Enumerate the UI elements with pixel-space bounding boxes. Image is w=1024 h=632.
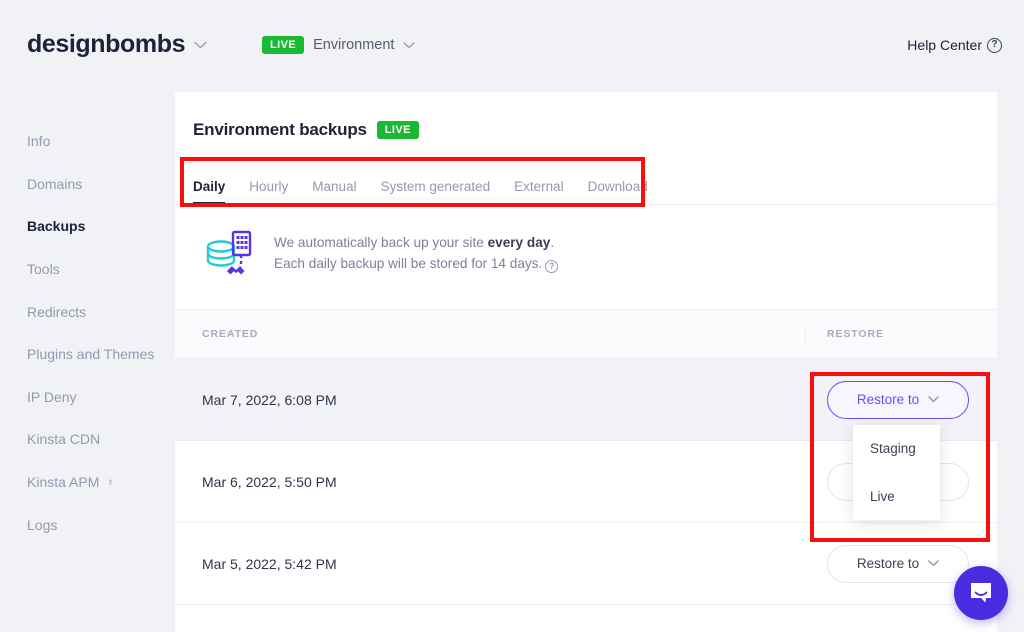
backup-info-banner: We automatically back up your site every…: [175, 205, 997, 301]
page-title: Environment backups: [193, 120, 367, 140]
banner-line-1: We automatically back up your site every…: [274, 232, 558, 254]
banner-line-2: Each daily backup will be stored for 14 …: [274, 253, 558, 275]
chevron-down-icon: [194, 41, 207, 49]
restore-cell: Restore to: [827, 545, 969, 583]
sidebar-nav: Info Domains Backups Tools Redirects Plu…: [0, 92, 175, 632]
sidebar-item-ip-deny[interactable]: IP Deny: [0, 376, 175, 419]
top-header: designbombs LIVE Environment Help Center…: [0, 0, 1024, 92]
panel-header: Environment backups LIVE: [175, 92, 997, 140]
sidebar-item-label: IP Deny: [27, 389, 77, 405]
sidebar-item-info[interactable]: Info: [0, 120, 175, 163]
backup-info-text: We automatically back up your site every…: [274, 232, 558, 275]
banner-line2-text: Each daily backup will be stored for 14 …: [274, 256, 542, 271]
sidebar-item-label: Redirects: [27, 304, 86, 320]
sidebar-item-label: Logs: [27, 517, 57, 533]
sidebar-item-kinsta-cdn[interactable]: Kinsta CDN: [0, 418, 175, 461]
sidebar-item-tools[interactable]: Tools: [0, 248, 175, 291]
brand-name: designbombs: [27, 30, 185, 59]
backup-created-date: Mar 6, 2022, 5:50 PM: [175, 474, 337, 490]
sidebar-item-label: Kinsta APM: [27, 474, 99, 490]
sidebar-item-domains[interactable]: Domains: [0, 163, 175, 206]
sidebar-item-plugins-and-themes[interactable]: Plugins and Themes: [0, 333, 175, 376]
sidebar-item-kinsta-apm[interactable]: Kinsta APM ♁: [0, 461, 175, 504]
brand-selector[interactable]: designbombs: [27, 30, 207, 59]
backup-created-date: Mar 7, 2022, 6:08 PM: [175, 392, 337, 408]
sidebar-item-label: Backups: [27, 218, 85, 234]
question-circle-icon[interactable]: ?: [545, 260, 558, 273]
help-center-label: Help Center: [907, 37, 982, 53]
sidebar-item-label: Info: [27, 133, 50, 149]
chevron-down-icon: [403, 42, 415, 49]
live-badge: LIVE: [262, 36, 304, 54]
sidebar-item-redirects[interactable]: Redirects: [0, 290, 175, 333]
intercom-chat-button[interactable]: [954, 566, 1008, 620]
sidebar-item-logs[interactable]: Logs: [0, 503, 175, 546]
column-divider: [805, 324, 806, 346]
live-badge: LIVE: [377, 121, 419, 139]
beta-marker-icon: ♁: [106, 476, 114, 488]
column-header-restore: RESTORE: [827, 328, 884, 340]
chevron-down-icon: [928, 560, 939, 567]
intercom-chat-icon: [968, 580, 994, 606]
app-root: designbombs LIVE Environment Help Center…: [0, 0, 1024, 632]
column-header-created: CREATED: [175, 328, 258, 340]
sidebar-item-backups[interactable]: Backups: [0, 205, 175, 248]
restore-to-label: Restore to: [857, 556, 919, 571]
help-center-link[interactable]: Help Center ?: [907, 37, 1002, 53]
sidebar-item-label: Domains: [27, 176, 82, 192]
banner-line1-bold: every day: [488, 235, 551, 250]
environment-selector[interactable]: LIVE Environment: [262, 36, 415, 54]
annotation-rect-tabs: [180, 157, 645, 207]
environment-label: Environment: [313, 37, 394, 53]
restore-to-button[interactable]: Restore to: [827, 545, 969, 583]
sidebar-item-label: Kinsta CDN: [27, 431, 100, 447]
sidebar-item-label: Plugins and Themes: [27, 346, 154, 362]
sidebar-item-label: Tools: [27, 261, 60, 277]
annotation-rect-restore: [810, 372, 990, 542]
database-server-icon: [202, 226, 256, 280]
table-header-row: CREATED RESTORE: [175, 309, 997, 359]
banner-line1-suffix: .: [550, 235, 554, 250]
banner-line1-prefix: We automatically back up your site: [274, 235, 488, 250]
question-circle-icon: ?: [987, 38, 1002, 53]
backup-created-date: Mar 5, 2022, 5:42 PM: [175, 556, 337, 572]
